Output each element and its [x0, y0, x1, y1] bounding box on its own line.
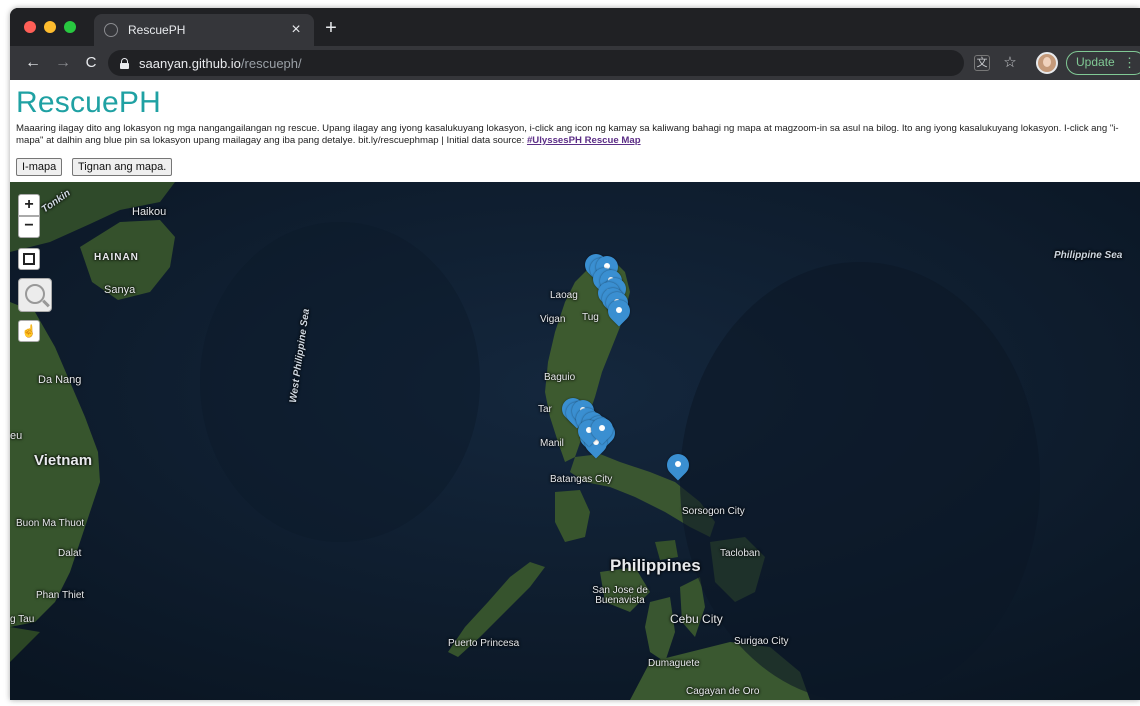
- browser-toolbar: ← → C saanyan.github.io/rescueph/ 文 ☆ Up…: [10, 46, 1140, 80]
- search-icon[interactable]: [18, 278, 52, 312]
- map-label-hainan: HAINAN: [94, 252, 139, 263]
- view-map-button[interactable]: Tignan ang mapa.: [72, 158, 173, 176]
- zoom-out-button[interactable]: −: [18, 216, 40, 238]
- map-label-puerto-princesa: Puerto Princesa: [448, 638, 520, 649]
- map-marker-icon[interactable]: [662, 449, 694, 484]
- map-label-da-nang: Da Nang: [38, 374, 82, 386]
- instructions-text: Maaaring ilagay dito ang lokasyon ng mga…: [16, 123, 1131, 147]
- tab-title: RescuePH: [128, 23, 186, 37]
- page-title: RescuePH: [16, 86, 161, 119]
- url-path: /rescueph/: [240, 55, 302, 71]
- window-minimize-button[interactable]: [44, 21, 56, 33]
- forward-arrow-icon[interactable]: →: [52, 52, 74, 74]
- star-icon[interactable]: ☆: [1000, 53, 1020, 73]
- map-label-dumaguete: Dumaguete: [648, 658, 700, 669]
- map-label-philippines: Philippines: [610, 556, 701, 575]
- window-maximize-button[interactable]: [64, 21, 76, 33]
- i-mapa-button[interactable]: I-mapa: [16, 158, 63, 176]
- new-tab-button[interactable]: +: [320, 18, 342, 38]
- translate-icon[interactable]: 文: [974, 55, 990, 71]
- map-label-baguio: Baguio: [544, 372, 576, 383]
- map-label-san-jose: San Jose de Buenavista: [592, 585, 648, 606]
- map-marker-icon[interactable]: [603, 295, 635, 330]
- menu-dots-icon[interactable]: ⋮: [1123, 52, 1136, 73]
- avatar[interactable]: [1036, 52, 1058, 74]
- map-marker-icon[interactable]: [586, 413, 618, 448]
- url-host: saanyan.github.io: [139, 55, 241, 71]
- close-icon[interactable]: ×: [288, 22, 304, 38]
- web-page: RescuePH Maaaring ilagay dito ang lokasy…: [10, 80, 1140, 700]
- browser-window: RescuePH × + ← → C saanyan.github.io/res…: [10, 8, 1140, 700]
- map-view[interactable]: Tonkin Haikou HAINAN Sanya Da Nang eu Vi…: [10, 182, 1140, 700]
- map-label-hue: eu: [10, 430, 23, 442]
- map-label-vung-tau: g Tau: [10, 614, 35, 625]
- map-label-dalat: Dalat: [58, 548, 82, 559]
- hand-pointer-icon[interactable]: ☝: [18, 320, 40, 342]
- map-label-tuguegarao: Tug: [582, 312, 599, 323]
- globe-icon: [104, 23, 118, 37]
- lock-icon[interactable]: [120, 57, 129, 69]
- source-link[interactable]: #UlyssesPH Rescue Map: [527, 135, 641, 146]
- map-label-haikou: Haikou: [132, 206, 167, 218]
- map-label-cebu: Cebu City: [670, 612, 723, 626]
- map-label-surigao: Surigao City: [734, 636, 789, 647]
- reload-icon[interactable]: C: [80, 52, 102, 74]
- map-label-tarlac: Tar: [538, 404, 552, 415]
- map-label-sorsogon: Sorsogon City: [682, 506, 745, 517]
- map-label-tacloban: Tacloban: [720, 548, 761, 559]
- address-bar[interactable]: saanyan.github.io/rescueph/: [108, 50, 964, 76]
- fullscreen-icon[interactable]: [18, 248, 40, 270]
- tab-strip: RescuePH × +: [10, 8, 1140, 46]
- update-button[interactable]: Update ⋮: [1066, 51, 1140, 75]
- map-label-vigan: Vigan: [540, 314, 566, 325]
- map-label-sanya: Sanya: [104, 284, 136, 296]
- browser-tab[interactable]: RescuePH ×: [94, 14, 314, 46]
- zoom-in-button[interactable]: +: [18, 194, 40, 216]
- map-label-cagayan: Cagayan de Oro: [686, 686, 760, 697]
- map-label-batangas: Batangas City: [550, 474, 613, 485]
- back-arrow-icon[interactable]: ←: [22, 52, 44, 74]
- satellite-map: [10, 182, 1140, 700]
- map-label-laoag: Laoag: [550, 290, 578, 301]
- map-label-buon-ma-thuot: Buon Ma Thuot: [16, 518, 85, 529]
- map-label-phan-thiet: Phan Thiet: [36, 590, 85, 601]
- map-label-ph-sea: Philippine Sea: [1054, 250, 1123, 261]
- window-close-button[interactable]: [24, 21, 36, 33]
- map-label-manila: Manil: [540, 438, 564, 449]
- update-label: Update: [1076, 55, 1115, 69]
- map-label-vietnam: Vietnam: [34, 452, 93, 469]
